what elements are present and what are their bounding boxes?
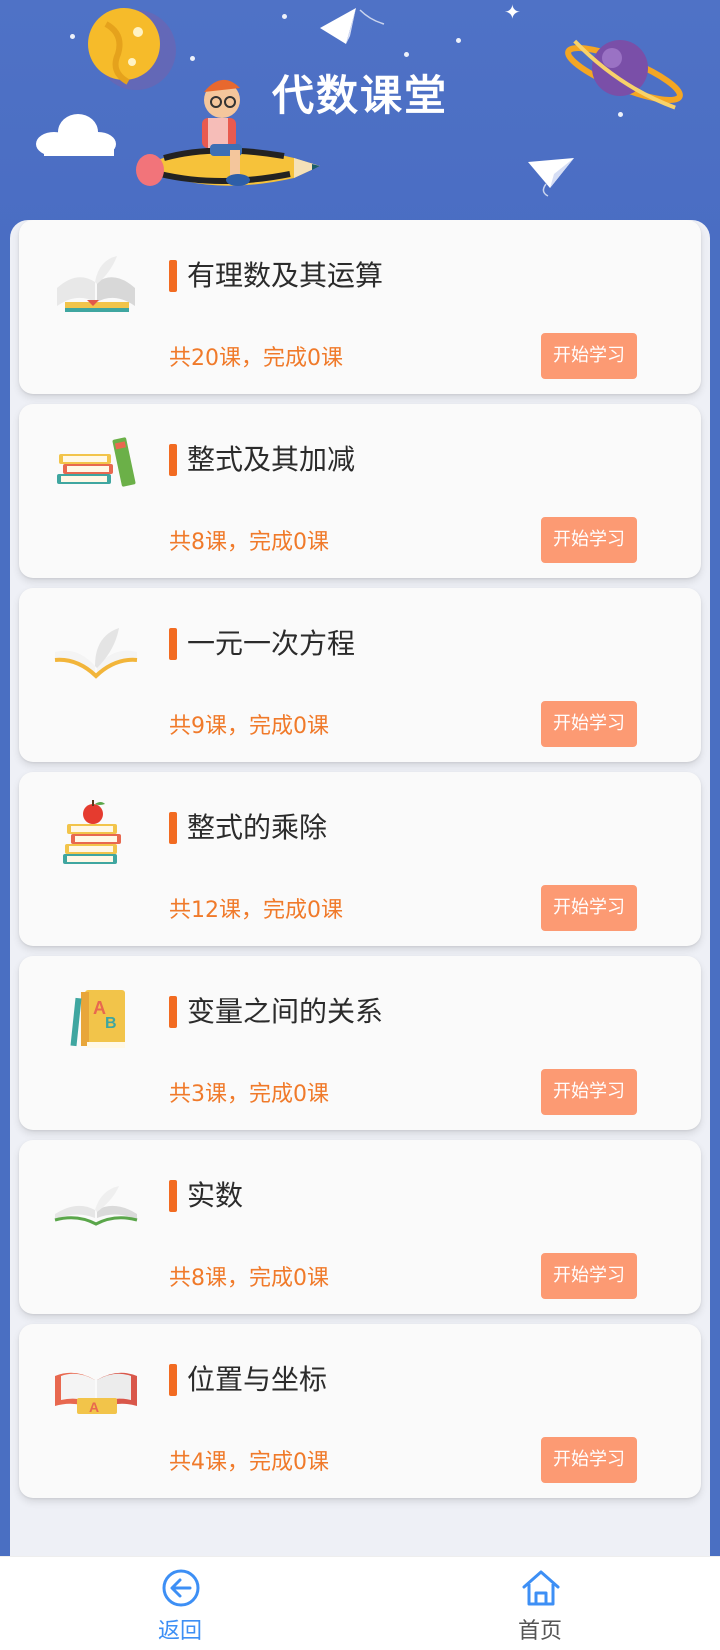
lesson-progress-text: 共4课，完成0课 [169, 1450, 329, 1475]
start-learning-button[interactable]: 开始学习 [541, 1253, 637, 1299]
lesson-title: 位置与坐标 [187, 1363, 328, 1396]
star-decoration [190, 56, 195, 61]
back-button[interactable]: 返回 [110, 1557, 250, 1650]
title-accent-bar [169, 260, 177, 292]
alphabet-book-icon: A B [70, 990, 125, 1048]
header-banner: ✦ 代数课堂 [0, 0, 720, 240]
start-learning-button[interactable]: 开始学习 [541, 517, 637, 563]
title-accent-bar [169, 996, 177, 1028]
open-book-icon [54, 1186, 138, 1226]
star-decoration [404, 52, 409, 57]
svg-text:B: B [105, 1015, 117, 1032]
start-learning-button[interactable]: 开始学习 [541, 1437, 637, 1483]
lesson-progress-text: 共8课，完成0课 [169, 530, 329, 555]
back-label: 返回 [157, 1619, 202, 1644]
lesson-title: 有理数及其运算 [187, 259, 384, 292]
bottom-navigation: 返回 首页 [0, 1556, 720, 1650]
lesson-card[interactable]: 整式的乘除 共12课，完成0课 开始学习 [19, 772, 701, 946]
lesson-card[interactable]: 有理数及其运算 共20课，完成0课 开始学习 [19, 220, 701, 394]
lesson-progress-text: 共8课，完成0课 [169, 1266, 329, 1291]
start-learning-button[interactable]: 开始学习 [541, 333, 637, 379]
sparkle-icon: ✦ [504, 0, 521, 24]
lesson-title: 实数 [187, 1179, 244, 1212]
lesson-list[interactable]: 有理数及其运算 共20课，完成0课 开始学习 整式及其加减 共8课，完成0课 开… [10, 220, 710, 1560]
start-learning-button[interactable]: 开始学习 [541, 885, 637, 931]
start-learning-button[interactable]: 开始学习 [541, 701, 637, 747]
back-arrow-icon [162, 1569, 200, 1607]
home-label: 首页 [517, 1619, 562, 1644]
red-book-icon: A [55, 1372, 137, 1415]
open-book-icon [54, 628, 138, 679]
books-with-apple-icon [63, 800, 121, 864]
lesson-title: 变量之间的关系 [187, 995, 384, 1028]
lesson-card[interactable]: A 位置与坐标 共4课，完成0课 开始学习 [19, 1324, 701, 1498]
star-decoration [70, 34, 75, 39]
title-accent-bar [169, 1364, 177, 1396]
lesson-card[interactable]: A B 变量之间的关系 共3课，完成0课 开始学习 [19, 956, 701, 1130]
lesson-progress-text: 共20课，完成0课 [169, 346, 343, 371]
home-button[interactable]: 首页 [470, 1557, 610, 1650]
title-accent-bar [169, 444, 177, 476]
svg-text:A: A [89, 1399, 99, 1415]
lesson-progress-text: 共9课，完成0课 [169, 714, 329, 739]
home-icon [522, 1570, 560, 1606]
lesson-card[interactable]: 实数 共8课，完成0课 开始学习 [19, 1140, 701, 1314]
page-title: 代数课堂 [271, 71, 448, 120]
open-book-icon [57, 256, 135, 312]
lesson-progress-text: 共12课，完成0课 [169, 898, 343, 923]
title-accent-bar [169, 1180, 177, 1212]
paper-plane-icon [528, 158, 574, 197]
lesson-title: 一元一次方程 [187, 627, 356, 660]
star-decoration [456, 38, 461, 43]
title-accent-bar [169, 812, 177, 844]
lesson-card[interactable]: 整式及其加减 共8课，完成0课 开始学习 [19, 404, 701, 578]
paper-plane-icon [320, 8, 385, 44]
lesson-title: 整式的乘除 [187, 811, 328, 844]
book-stack-icon [57, 437, 136, 487]
star-decoration [282, 14, 287, 19]
title-accent-bar [169, 628, 177, 660]
lesson-title: 整式及其加减 [187, 443, 356, 476]
start-learning-button[interactable]: 开始学习 [541, 1069, 637, 1115]
lesson-progress-text: 共3课，完成0课 [169, 1082, 329, 1107]
lesson-card[interactable]: 一元一次方程 共9课，完成0课 开始学习 [19, 588, 701, 762]
